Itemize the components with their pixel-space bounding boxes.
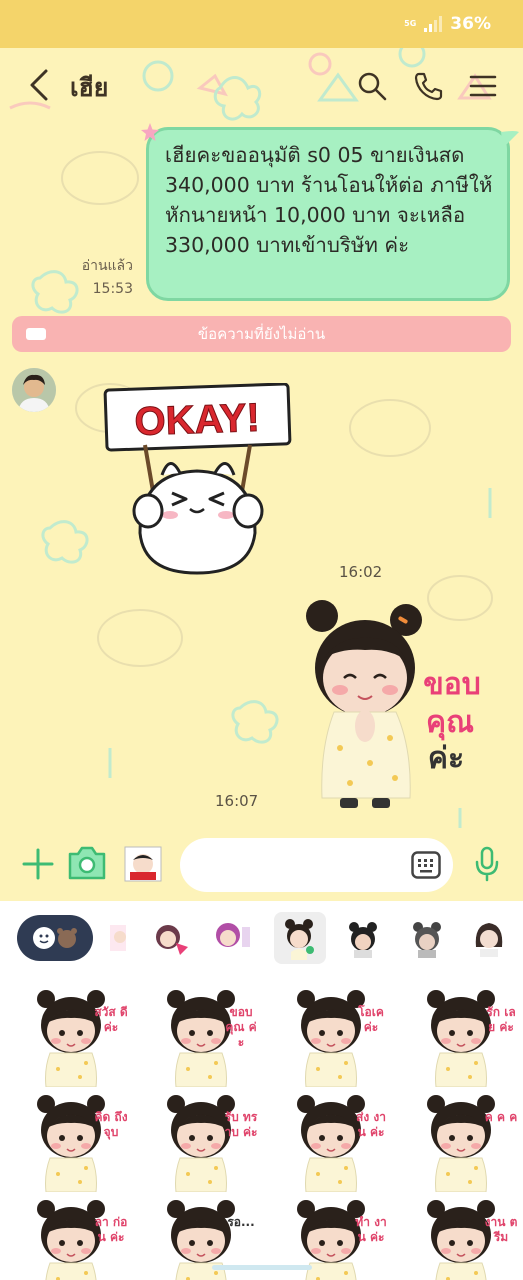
sticker-pack-3[interactable] bbox=[212, 917, 254, 959]
sticker-pack-6[interactable] bbox=[406, 917, 448, 959]
emoji-tab[interactable] bbox=[17, 915, 93, 961]
thank-you-line3: ค่ะ bbox=[428, 741, 464, 776]
avatar[interactable] bbox=[12, 368, 56, 412]
message-time: 15:53 bbox=[92, 281, 133, 297]
chat-header: เฮีย bbox=[0, 48, 523, 123]
bubble-tail bbox=[501, 131, 519, 148]
home-indicator[interactable] bbox=[212, 1265, 312, 1270]
sticker-grid-label: รอ... bbox=[227, 1215, 255, 1229]
read-label: อ่านแล้ว bbox=[81, 258, 133, 274]
sticker-grid-label: รับ ทราบ ค่ะ bbox=[224, 1110, 258, 1139]
sticker-tray: สวัส ดี ค่ะ ขอบ คุณ ค่ะ โอเค ค่ะ รัก เลย ค่… bbox=[0, 901, 523, 1280]
sticker-pack-7[interactable] bbox=[468, 917, 510, 959]
sticker-pack-4-selected[interactable] bbox=[274, 912, 326, 964]
emoji-face-icon bbox=[33, 927, 77, 949]
back-arrow-icon[interactable] bbox=[26, 67, 56, 103]
thank-you-line1: ขอบ bbox=[423, 667, 481, 702]
sticker-girl-image bbox=[427, 1095, 495, 1193]
sticker1-time: 16:02 bbox=[339, 563, 383, 581]
message-text: เฮียคะขออนุมัติ s0 05 ขายเงินสด 340,000 … bbox=[165, 143, 493, 257]
sticker-grid-item[interactable]: งาน ตรีม bbox=[408, 1197, 518, 1280]
sticker-pack-5[interactable] bbox=[342, 917, 384, 959]
sticker-grid-item[interactable]: สวัส ดี ค่ะ bbox=[18, 987, 128, 1088]
sticker-grid-item[interactable]: รับ ทราบ ค่ะ bbox=[148, 1092, 258, 1193]
sticker-girl-image bbox=[37, 990, 105, 1088]
sticker-pack-tabs bbox=[0, 901, 523, 977]
status-indicators: 5G 36% bbox=[404, 14, 491, 34]
avatar-image bbox=[12, 368, 56, 412]
sticker-grid-item[interactable]: รัก เลย ค่ะ bbox=[408, 987, 518, 1088]
sticker-grid-item[interactable]: ค ค ค bbox=[408, 1092, 518, 1193]
message-input[interactable] bbox=[180, 838, 453, 892]
input-bar bbox=[0, 828, 523, 901]
sticker-grid-label: ลา ก่อน ค่ะ bbox=[94, 1215, 128, 1244]
sticker-girl-image bbox=[297, 990, 365, 1088]
microphone-icon[interactable] bbox=[474, 846, 500, 882]
chat-title: เฮีย bbox=[70, 73, 109, 102]
star-decoration-icon bbox=[141, 123, 159, 141]
okay-sticker-text: OKAY! bbox=[134, 396, 261, 444]
network-icon: 5G bbox=[404, 19, 417, 28]
read-receipt: อ่านแล้ว 15:53 bbox=[82, 255, 133, 301]
sticker-grid-label: รัก เลย ค่ะ bbox=[486, 1005, 516, 1034]
sticker-grid-label: ทำ งาน ค่ะ bbox=[355, 1215, 387, 1244]
unread-divider: ข้อความที่ยังไม่อ่าน bbox=[12, 316, 511, 352]
keyboard-icon[interactable] bbox=[411, 851, 441, 879]
okay-sticker[interactable]: OKAY! bbox=[100, 383, 295, 578]
sticker-picker-icon[interactable] bbox=[124, 846, 162, 882]
sticker-grid-label: สวัส ดี ค่ะ bbox=[94, 1005, 128, 1034]
sticker-grid-item[interactable]: ลา ก่อน ค่ะ bbox=[18, 1197, 128, 1280]
sticker-grid-item[interactable]: โอเค ค่ะ bbox=[278, 987, 388, 1088]
signal-icon bbox=[424, 16, 443, 32]
sticker-grid-label: โอเค ค่ะ bbox=[358, 1005, 384, 1034]
sticker-pack-1[interactable] bbox=[106, 917, 128, 959]
thank-you-sticker[interactable]: ขอบ คุณ ค่ะ bbox=[300, 598, 490, 818]
unread-label: ข้อความที่ยังไม่อ่าน bbox=[197, 325, 326, 343]
search-icon[interactable] bbox=[356, 70, 388, 102]
sticker-pack-2[interactable] bbox=[150, 917, 192, 959]
sticker-girl-image bbox=[167, 1095, 235, 1193]
sticker-grid-label: ส่ง งาน ค่ะ bbox=[356, 1110, 386, 1139]
thank-you-line2: คุณ bbox=[426, 705, 474, 741]
status-bar: 5G 36% bbox=[0, 0, 523, 48]
phone-icon[interactable] bbox=[412, 70, 444, 102]
sticker2-time: 16:07 bbox=[215, 792, 259, 810]
sticker-grid-label: ค ค ค bbox=[484, 1110, 518, 1124]
sticker-grid-item[interactable]: ขอบ คุณ ค่ะ bbox=[148, 987, 258, 1088]
battery-level: 36% bbox=[450, 14, 491, 34]
plus-icon[interactable] bbox=[22, 848, 54, 880]
sticker-grid-label: ขอบ คุณ ค่ะ bbox=[225, 1005, 257, 1049]
sticker-grid-item[interactable]: คิด ถึงจุบ bbox=[18, 1092, 128, 1193]
menu-icon[interactable] bbox=[467, 70, 499, 102]
sticker-grid-item[interactable]: ส่ง งาน ค่ะ bbox=[278, 1092, 388, 1193]
sticker-girl-image bbox=[297, 1095, 365, 1193]
girl-pack-icon bbox=[285, 919, 314, 960]
camera-icon[interactable] bbox=[66, 844, 108, 882]
sticker-grid-label: งาน ตรีม bbox=[484, 1215, 518, 1244]
sticker-girl-image bbox=[427, 990, 495, 1088]
sticker-girl-image bbox=[37, 1095, 105, 1193]
message-bubble[interactable]: เฮียคะขออนุมัติ s0 05 ขายเงินสด 340,000 … bbox=[146, 127, 519, 301]
tag-icon bbox=[26, 328, 46, 340]
sticker-grid-label: คิด ถึงจุบ bbox=[94, 1110, 128, 1139]
